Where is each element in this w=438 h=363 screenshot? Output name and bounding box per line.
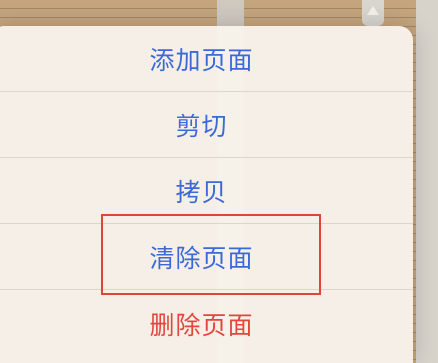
copy-menu-item[interactable]: 拷贝 <box>0 158 413 224</box>
menu-item-label: 剪切 <box>175 111 228 141</box>
delete-page-menu-item[interactable]: 删除页面 <box>0 291 413 357</box>
page-context-menu: 添加页面 剪切 拷贝 清除页面 删除页面 <box>0 26 413 363</box>
add-page-menu-item[interactable]: 添加页面 <box>0 26 413 92</box>
menu-item-label: 删除页面 <box>149 311 254 340</box>
cut-menu-item[interactable]: 剪切 <box>0 92 413 158</box>
menu-item-label: 清除页面 <box>149 243 254 273</box>
scroll-up-button[interactable] <box>362 0 384 26</box>
menu-item-label: 添加页面 <box>149 45 254 75</box>
clear-page-menu-item[interactable]: 清除页面 <box>0 224 413 290</box>
chevron-up-icon <box>367 6 379 15</box>
menu-item-label: 拷贝 <box>175 177 228 207</box>
scroll-track <box>416 0 438 363</box>
